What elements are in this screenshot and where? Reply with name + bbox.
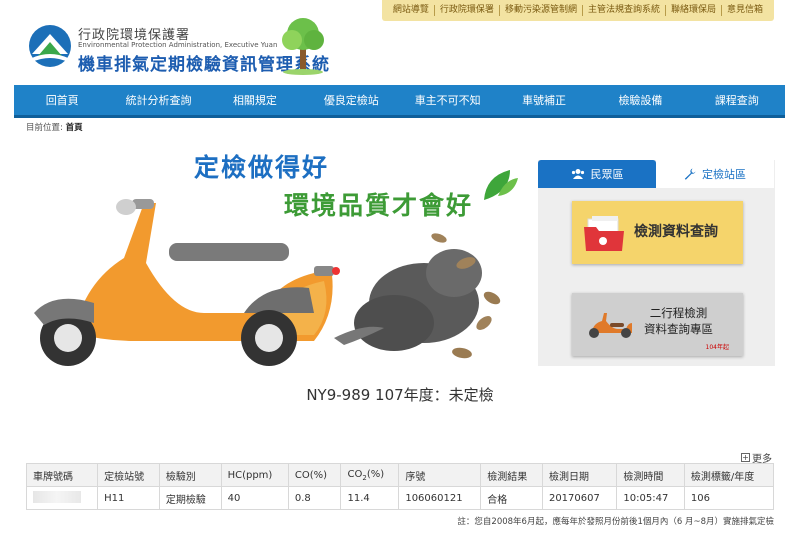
link-epa[interactable]: 行政院環保署 <box>433 5 499 16</box>
users-icon <box>571 169 584 179</box>
col-co2: CO2(%) <box>340 463 400 487</box>
col-label-year: 檢測標籤/年度 <box>683 463 775 487</box>
plate-redacted <box>33 490 81 503</box>
nav-courses[interactable]: 課程查詢 <box>689 85 785 115</box>
col-serial: 序號 <box>398 463 482 487</box>
two-stroke-line1: 二行程檢測 <box>649 306 708 320</box>
epa-emblem-icon <box>29 25 71 67</box>
cell-co2: 11.4 <box>340 486 400 510</box>
plus-icon: + <box>741 453 750 462</box>
col-station: 定檢站號 <box>97 463 160 487</box>
link-contact-bureau[interactable]: 聯絡環保局 <box>664 5 721 16</box>
cell-serial: 106060121 <box>398 486 482 510</box>
inspection-query-button[interactable]: 檢測資料查詢 <box>572 201 743 264</box>
link-feedback[interactable]: 意見信箱 <box>720 5 768 16</box>
breadcrumb: 目前位置: 首頁 <box>26 121 83 133</box>
nav-stations[interactable]: 優良定檢站 <box>303 85 399 115</box>
cell-date: 20170607 <box>541 486 618 510</box>
cell-label-year: 106 <box>683 486 775 510</box>
wrench-icon <box>684 168 696 180</box>
cell-hc: 40 <box>220 486 289 510</box>
nav-statistics[interactable]: 統計分析查詢 <box>110 85 206 115</box>
cell-result: 合格 <box>480 486 543 510</box>
two-stroke-year-tag: 104年起 <box>705 344 729 351</box>
cell-type: 定期檢驗 <box>158 486 222 510</box>
two-stroke-query-button[interactable]: 二行程檢測 資料查詢專區 104年起 <box>572 293 743 356</box>
col-plate: 車牌號碼 <box>25 463 99 487</box>
hero-banner: 定檢做得好 環境品質才會好 <box>14 138 524 368</box>
breadcrumb-prefix: 目前位置: <box>26 123 63 133</box>
tree-icon <box>282 18 324 75</box>
col-date: 檢測日期 <box>541 463 618 487</box>
inspection-query-label: 檢測資料查詢 <box>634 224 718 240</box>
tab-station-label: 定檢站區 <box>702 168 746 181</box>
top-utility-links: 網站導覽 行政院環保署 移動污染源管制網 主管法規查詢系統 聯絡環保局 意見信箱 <box>381 0 774 21</box>
col-result: 檢測結果 <box>480 463 543 487</box>
nav-equipment[interactable]: 檢驗設備 <box>592 85 688 115</box>
folder-icon <box>584 216 624 251</box>
scooter-icon <box>589 313 632 338</box>
two-stroke-query-label: 二行程檢測 資料查詢專區 <box>644 305 713 337</box>
nav-plate-correction[interactable]: 車號補正 <box>496 85 592 115</box>
two-stroke-line2: 資料查詢專區 <box>644 322 713 336</box>
tab-public[interactable]: 民眾區 <box>538 160 656 188</box>
link-mobile-pollution[interactable]: 移動污染源管制網 <box>498 5 582 16</box>
footnote: 註：您自2008年6月起，應每年於發照月份前後1個月內（6 月~8月）實施排氣定… <box>457 517 774 527</box>
link-regulations[interactable]: 主管法規查詢系統 <box>581 5 665 16</box>
cell-co: 0.8 <box>287 486 342 510</box>
nav-regulations[interactable]: 相關規定 <box>207 85 303 115</box>
col-time: 檢測時間 <box>616 463 685 487</box>
col-hc: HC(ppm) <box>220 463 289 487</box>
site-logo[interactable]: 行政院環境保護署 Environmental Protection Admini… <box>28 18 348 82</box>
nav-home[interactable]: 回首頁 <box>14 85 110 115</box>
result-title: NY9-989 107年度：未定檢 <box>306 386 494 404</box>
side-tabs: 民眾區 定檢站區 <box>538 160 775 188</box>
scooter-illustration <box>34 199 501 366</box>
tab-public-label: 民眾區 <box>590 168 624 181</box>
col-co: CO(%) <box>287 463 342 487</box>
tab-station[interactable]: 定檢站區 <box>656 160 774 188</box>
cell-plate <box>25 486 99 510</box>
cell-station: H11 <box>97 486 160 510</box>
inspection-table: 車牌號碼 定檢站號 檢驗別 HC(ppm) CO(%) CO2(%) 序號 檢測… <box>25 463 775 510</box>
main-nav: 回首頁 統計分析查詢 相關規定 優良定檢站 車主不可不知 車號補正 檢驗設備 課… <box>14 85 785 118</box>
breadcrumb-current[interactable]: 首頁 <box>66 123 83 133</box>
col-type: 檢驗別 <box>158 463 222 487</box>
org-name-en: Environmental Protection Administration,… <box>78 41 278 49</box>
link-sitemap[interactable]: 網站導覽 <box>388 5 434 16</box>
table-header-row: 車牌號碼 定檢站號 檢驗別 HC(ppm) CO(%) CO2(%) 序號 檢測… <box>25 463 775 487</box>
nav-owner-info[interactable]: 車主不可不知 <box>400 85 496 115</box>
table-row: H11 定期檢驗 40 0.8 11.4 106060121 合格 201706… <box>25 486 775 510</box>
cell-time: 10:05:47 <box>616 486 685 510</box>
